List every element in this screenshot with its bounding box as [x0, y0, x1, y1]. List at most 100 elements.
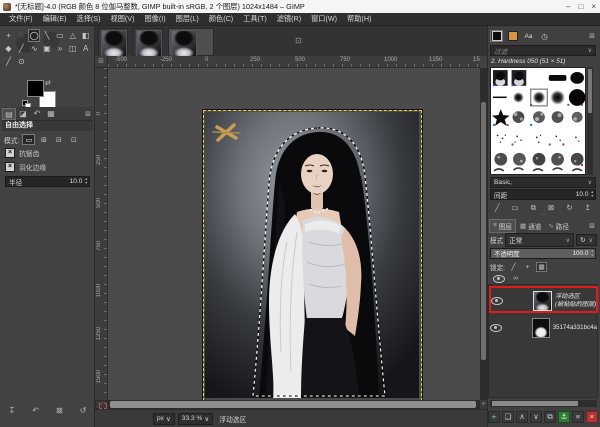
- mode-button-intersect[interactable]: ⊡: [67, 134, 80, 145]
- menu-item-help[interactable]: 帮助(H): [342, 14, 376, 24]
- brush-grid-scrollbar[interactable]: [587, 67, 593, 175]
- fonts-tab[interactable]: Aa: [522, 30, 535, 42]
- layer-btn-raise-layer[interactable]: ∧: [516, 411, 528, 423]
- antialias-checkbox[interactable]: ×: [5, 148, 15, 158]
- tab-paths[interactable]: ∿路径: [545, 220, 572, 232]
- close-dock-icon[interactable]: ⊠: [589, 222, 595, 230]
- tool-button-airbrush[interactable]: »: [54, 42, 67, 55]
- layer-thumbnail[interactable]: [532, 318, 550, 338]
- tool-button-measure[interactable]: ╲: [41, 29, 54, 42]
- brush-tag-dropdown[interactable]: Basic, ∨: [490, 177, 596, 188]
- visibility-eye-icon[interactable]: [493, 275, 505, 283]
- image-tab-2[interactable]: [133, 28, 163, 56]
- unit-dropdown[interactable]: px∨: [153, 413, 175, 425]
- tab-layers[interactable]: ≡图层: [489, 219, 516, 233]
- swap-colors-icon[interactable]: ⇄: [45, 79, 51, 87]
- brush-btn-refresh-brushes[interactable]: ↻: [566, 203, 572, 212]
- tool-button-paintbrush[interactable]: ╱: [15, 42, 28, 55]
- feather-checkbox[interactable]: ×: [5, 162, 15, 172]
- tool-button-fuzzy-select[interactable]: △: [67, 29, 80, 42]
- tool-button-smudge[interactable]: ∿: [28, 42, 41, 55]
- patterns-tab[interactable]: [506, 30, 519, 42]
- tool-button-bucket-fill[interactable]: ◆: [2, 42, 15, 55]
- spacing-spinner[interactable]: ▲▼: [590, 191, 595, 198]
- vertical-ruler[interactable]: 0 250 500 750 1000 1250 1500: [95, 68, 108, 400]
- minimize-button[interactable]: –: [566, 2, 570, 11]
- menu-item-file[interactable]: 文件(F): [4, 14, 38, 24]
- tool-button-move[interactable]: +: [2, 29, 15, 42]
- opacity-value[interactable]: 100.0: [572, 250, 590, 257]
- horizontal-ruler[interactable]: -500 -250 0 250 500 750 1000 1250 1500: [108, 56, 480, 68]
- canvas-horizontal-scrollbar[interactable]: [108, 400, 480, 409]
- brush-spacing-slider[interactable]: 间距 10.0 ▲▼: [490, 189, 596, 200]
- tab-channels[interactable]: ▦通道: [517, 220, 544, 232]
- brush-btn-new-brush[interactable]: ▭: [512, 203, 519, 212]
- layer-row-background[interactable]: 35174a331bc4a: [489, 315, 597, 340]
- history-tab[interactable]: ◷: [538, 30, 551, 42]
- maximize-button[interactable]: □: [578, 2, 583, 11]
- brush-btn-delete-brush[interactable]: ⊠: [548, 203, 554, 212]
- menu-item-tools[interactable]: 工具(T): [238, 14, 272, 24]
- close-dock-icon[interactable]: ⊠: [589, 32, 595, 40]
- tool-button-text[interactable]: A: [79, 42, 92, 55]
- tool-button-free-select[interactable]: ◯: [28, 29, 41, 42]
- brush-btn-duplicate-brush[interactable]: ⧉: [531, 203, 536, 213]
- tool-button-rect-select[interactable]: ▭: [54, 29, 67, 42]
- layer-btn-anchor-layer[interactable]: ⚓: [558, 411, 570, 423]
- feather-option[interactable]: × 羽化边缘: [5, 162, 93, 172]
- close-dock-icon[interactable]: ⊠: [85, 110, 91, 118]
- mode-button-replace[interactable]: ▭: [22, 134, 35, 145]
- menu-item-image[interactable]: 图像(I): [139, 14, 170, 24]
- scroll-thumb[interactable]: [110, 401, 476, 408]
- tool-button-heal[interactable]: ◫: [67, 42, 80, 55]
- image-tab-3-active[interactable]: [168, 28, 214, 56]
- radius-slider[interactable]: 半径 10.0 ▲▼: [5, 176, 90, 187]
- spacing-value[interactable]: 10.0: [576, 191, 591, 198]
- radius-spinner[interactable]: ▲▼: [84, 178, 89, 185]
- layer-btn-delete-layer[interactable]: ×: [586, 411, 598, 423]
- photo-image[interactable]: [205, 112, 419, 398]
- scroll-thumb[interactable]: [492, 401, 578, 406]
- link-chain-icon[interactable]: ∞: [513, 275, 518, 282]
- opacity-slider[interactable]: 不透明度 100.0 ▲▼: [490, 248, 596, 259]
- tool-option-btn-restore-preset[interactable]: ↶: [32, 406, 39, 415]
- lock-btn-lock-alpha[interactable]: ▦: [536, 262, 547, 272]
- radius-value[interactable]: 10.0: [70, 178, 85, 185]
- mode-switch-button[interactable]: ↻ ∨: [576, 234, 597, 246]
- brush-filter-input[interactable]: 过滤 ∨: [490, 45, 596, 56]
- antialias-option[interactable]: × 抗锯齿: [5, 148, 93, 158]
- scroll-thumb[interactable]: [481, 102, 486, 360]
- chevron-down-icon[interactable]: ∨: [588, 47, 595, 54]
- layer-btn-new-group[interactable]: ❑: [502, 411, 514, 423]
- tool-button-alignment[interactable]: ◌: [15, 29, 28, 42]
- ruler-corner-button[interactable]: ⊞: [95, 56, 108, 68]
- brush-btn-edit-brush[interactable]: ╱: [495, 203, 500, 212]
- layer-btn-merge-layer[interactable]: ≡: [572, 411, 584, 423]
- tool-option-btn-save-preset[interactable]: ↧: [9, 406, 16, 415]
- tool-button-clone[interactable]: ▣: [41, 42, 54, 55]
- brush-grid[interactable]: [490, 67, 586, 175]
- menu-item-select[interactable]: 选择(S): [72, 14, 106, 24]
- scroll-thumb[interactable]: [588, 69, 592, 113]
- layer-mode-dropdown[interactable]: 正常 ∨: [505, 233, 574, 247]
- brushes-tab[interactable]: [490, 30, 503, 42]
- tool-option-btn-delete-preset[interactable]: ⊠: [56, 406, 63, 415]
- opacity-spinner[interactable]: ▲▼: [590, 250, 595, 257]
- zoom-level-dropdown[interactable]: 33.3 %∨: [178, 413, 213, 425]
- visibility-eye-icon[interactable]: [490, 324, 502, 332]
- menu-item-layer[interactable]: 图层(L): [171, 14, 204, 24]
- quick-mask-toggle[interactable]: [95, 400, 108, 409]
- mode-button-add[interactable]: ⊞: [37, 134, 50, 145]
- layer-btn-lower-layer[interactable]: ∨: [530, 411, 542, 423]
- canvas-vertical-scrollbar[interactable]: [480, 68, 487, 400]
- dock-tab-tool-options[interactable]: ▤: [2, 108, 16, 120]
- tool-option-btn-reset[interactable]: ↺: [80, 406, 87, 415]
- title-bar[interactable]: *[无标题]-4.0 (RGB 颜色 8 位伽马整数, GIMP built-i…: [0, 0, 600, 13]
- mode-button-subtract[interactable]: ⊟: [52, 134, 65, 145]
- lock-btn-lock-position[interactable]: +: [522, 262, 533, 272]
- menu-item-view[interactable]: 视图(V): [106, 14, 140, 24]
- dock-tab-undo-history[interactable]: ↶: [30, 109, 44, 118]
- layer-btn-new-layer[interactable]: +: [488, 411, 500, 423]
- menu-item-colors[interactable]: 颜色(C): [204, 14, 238, 24]
- layers-scrollbar[interactable]: [490, 400, 597, 407]
